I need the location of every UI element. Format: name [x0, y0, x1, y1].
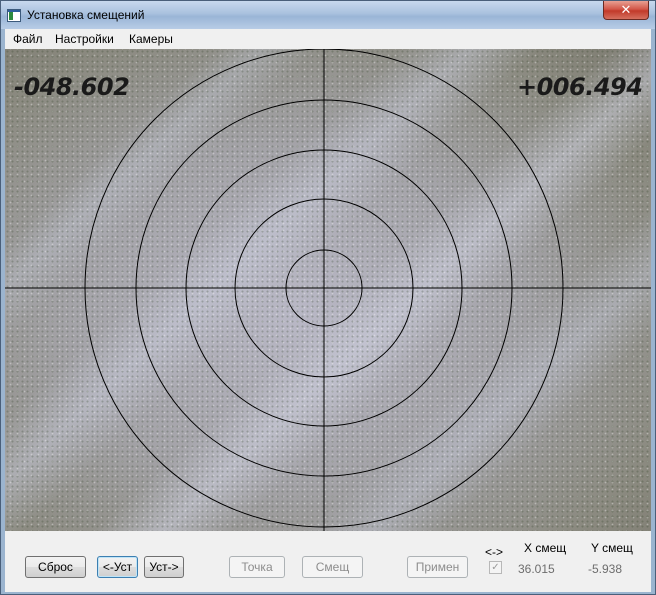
y-offset-value: -5.938 [588, 562, 623, 576]
menu-file[interactable]: Файл [13, 32, 43, 46]
checkbox-checked-icon: ✓ [491, 562, 500, 573]
client-area: Файл Настройки Камеры -048.602 +006.494 … [5, 29, 651, 592]
menu-cameras[interactable]: Камеры [129, 32, 173, 46]
point-button[interactable]: Точка [229, 556, 285, 578]
x-offset-value: 36.015 [518, 562, 555, 576]
swap-checkbox[interactable]: ✓ [489, 561, 502, 574]
camera-view[interactable]: -048.602 +006.494 [5, 49, 651, 531]
set-left-button[interactable]: <-Уст [97, 556, 138, 578]
y-coordinate-readout: +006.494 [517, 73, 643, 101]
crosshair-reticle [5, 49, 651, 531]
app-icon [7, 9, 21, 22]
set-right-button[interactable]: Уст-> [144, 556, 184, 578]
offset-button[interactable]: Смещ [302, 556, 363, 578]
close-button[interactable]: ✕ [603, 1, 649, 20]
control-panel: Сброс <-Уст Уст-> Точка Смещ Примен <-> … [5, 531, 651, 592]
reset-button[interactable]: Сброс [25, 556, 86, 578]
apply-button[interactable]: Примен [407, 556, 468, 578]
close-icon: ✕ [620, 2, 632, 17]
swap-label: <-> [485, 545, 504, 559]
title-bar[interactable]: Установка смещений ✕ [1, 1, 655, 29]
x-offset-header: X смещ [524, 541, 567, 555]
y-offset-header: Y смещ [591, 541, 633, 555]
main-window: Установка смещений ✕ Файл Настройки Каме… [0, 0, 656, 595]
window-title: Установка смещений [27, 8, 145, 22]
x-coordinate-readout: -048.602 [14, 73, 130, 101]
menu-bar: Файл Настройки Камеры [5, 29, 651, 49]
menu-settings[interactable]: Настройки [55, 32, 114, 46]
